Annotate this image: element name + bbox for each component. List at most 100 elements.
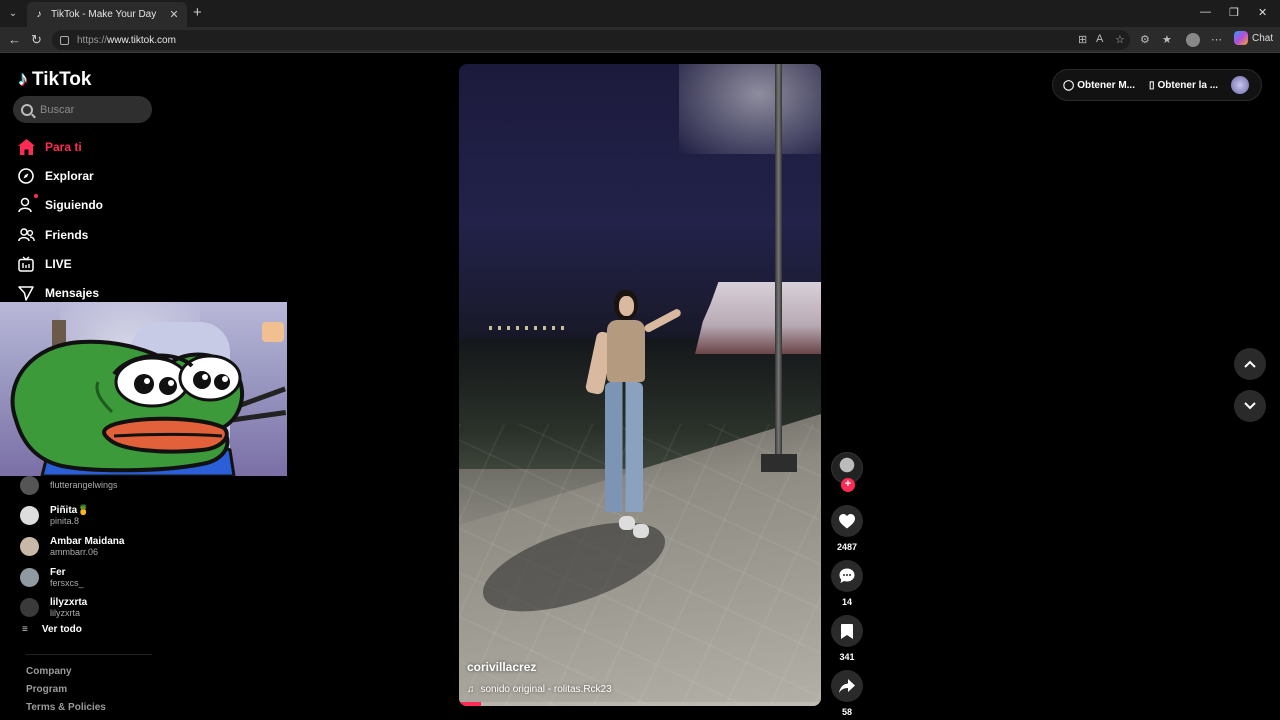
account-name: lilyzxrta	[50, 597, 88, 609]
lamp-pole-base	[761, 454, 797, 472]
account-item[interactable]: flutterangelwings	[20, 470, 124, 501]
footer-link-terms[interactable]: Terms & Policies	[26, 702, 106, 720]
browser-tab-bar: ⌄ ♪ TikTok - Make Your Day ✕ + — ❐ ✕	[0, 0, 1280, 27]
user-avatar[interactable]	[1231, 76, 1249, 94]
restore-button[interactable]: ❐	[1229, 6, 1239, 19]
video-sound[interactable]: ♫ sonido original - rolitas.Rck23	[467, 684, 612, 695]
home-icon	[17, 138, 35, 156]
pepe-frog-avatar	[10, 339, 244, 476]
person-legs	[605, 382, 643, 512]
search-icon	[21, 103, 33, 116]
footer-links: Company Program Terms & Policies	[26, 666, 106, 720]
compass-icon	[17, 167, 35, 185]
bookmark-icon	[841, 623, 853, 639]
sidebar-item-friends[interactable]: Friends	[17, 220, 103, 249]
comment-action: 14	[830, 560, 864, 607]
previous-video-button[interactable]	[1234, 348, 1266, 380]
divider	[26, 654, 152, 655]
account-handle: ammbarr.06	[50, 546, 99, 557]
sidebar-item-live[interactable]: LIVE	[17, 249, 103, 278]
share-arrow-icon	[839, 679, 855, 693]
url-text: https://www.tiktok.com	[77, 34, 176, 46]
comment-count: 14	[841, 597, 852, 607]
sidebar-item-para-ti[interactable]: Para ti	[17, 132, 103, 161]
avatar	[20, 567, 39, 587]
tab-close-icon[interactable]: ✕	[167, 8, 181, 21]
more-menu-icon[interactable]: ⋯	[1211, 33, 1222, 46]
account-item[interactable]: Piñita🍍 pinita.8	[20, 501, 124, 532]
shore-lights	[489, 326, 569, 330]
footer-link-company[interactable]: Company	[26, 666, 106, 684]
chevron-up-icon	[1244, 360, 1256, 368]
light-glow	[679, 64, 821, 154]
video-author[interactable]: corivillacrez	[467, 660, 536, 674]
save-action: 341	[830, 615, 864, 662]
sidebar-item-explorar[interactable]: Explorar	[17, 161, 103, 190]
reload-icon[interactable]: ↻	[31, 32, 42, 47]
url-field[interactable]: https://www.tiktok.com	[52, 30, 1130, 50]
search-input[interactable]	[40, 103, 140, 116]
back-arrow-icon[interactable]: ←	[8, 32, 21, 47]
apps-icon[interactable]: ⊞	[1078, 33, 1087, 46]
share-button[interactable]	[831, 670, 863, 702]
sidebar-item-siguiendo[interactable]: Siguiendo	[17, 191, 103, 220]
like-button[interactable]	[831, 505, 863, 537]
tab-actions-chevron-icon[interactable]: ⌄	[4, 4, 22, 22]
copilot-chat-button[interactable]: Chat	[1234, 31, 1273, 45]
account-item[interactable]: lilyzxrta lilyzxrta	[20, 592, 124, 623]
comment-icon	[839, 568, 855, 583]
person-torso	[607, 320, 645, 382]
extensions-icon[interactable]: ⚙	[1140, 33, 1150, 46]
video-progress-bar[interactable]	[459, 702, 821, 706]
friends-icon	[17, 226, 35, 244]
follow-plus-icon[interactable]: +	[841, 478, 855, 492]
favorites-icon[interactable]: ★	[1162, 33, 1172, 46]
notification-dot	[34, 194, 38, 199]
video-player[interactable]: corivillacrez ♫ sonido original - rolita…	[459, 64, 821, 706]
minimize-button[interactable]: —	[1200, 6, 1211, 18]
close-window-button[interactable]: ✕	[1258, 6, 1267, 19]
account-handle: flutterangelwings	[50, 480, 118, 491]
get-coins-button[interactable]: ◯ Obtener M...	[1063, 80, 1135, 91]
search-box[interactable]	[13, 96, 152, 123]
next-video-button[interactable]	[1234, 390, 1266, 422]
save-count: 341	[839, 652, 855, 662]
new-tab-button[interactable]: +	[193, 5, 202, 21]
profile-avatar[interactable]	[1186, 33, 1200, 47]
account-item[interactable]: Ambar Maidana ammbarr.06	[20, 531, 124, 562]
send-icon	[17, 284, 35, 302]
person-shoe	[633, 524, 649, 538]
share-action: 58	[830, 670, 864, 717]
avatar	[20, 536, 39, 556]
browser-tab[interactable]: ♪ TikTok - Make Your Day ✕	[27, 2, 187, 27]
avatar	[20, 598, 39, 618]
copilot-icon	[1234, 31, 1248, 45]
tiktok-logo[interactable]: ♪ TikTok	[18, 68, 91, 91]
tiktok-favicon-icon: ♪	[36, 9, 42, 20]
like-count: 2487	[836, 542, 858, 552]
get-app-button[interactable]: ▯ Obtener la ...	[1149, 80, 1218, 91]
account-name: Fer	[50, 566, 66, 578]
account-text: Piñita🍍 pinita.8	[50, 505, 90, 526]
account-text: Fer fersxcs_	[50, 567, 84, 588]
account-handle: fersxcs_	[50, 577, 84, 588]
comment-button[interactable]	[831, 560, 863, 592]
top-right-actions: ◯ Obtener M... ▯ Obtener la ...	[1052, 69, 1262, 101]
sidebar-nav: Para ti Explorar Siguiendo Friends LIVE …	[17, 132, 103, 308]
avatar	[20, 506, 39, 526]
author-avatar[interactable]: +	[831, 452, 863, 492]
address-bar: ← ↻ https://www.tiktok.com ⊞ A ☆ ⚙ ★ ⋯ C…	[0, 27, 1280, 53]
save-button[interactable]	[831, 615, 863, 647]
chevron-down-icon	[1244, 402, 1256, 410]
tiktok-page: ♪ TikTok Para ti Explorar Siguiendo	[0, 54, 1280, 720]
favorite-star-icon[interactable]: ☆	[1115, 33, 1125, 46]
account-text: flutterangelwings	[50, 480, 118, 490]
account-handle: pinita.8	[50, 516, 80, 527]
like-action: 2487	[830, 505, 864, 552]
translate-icon[interactable]: A	[1096, 33, 1103, 45]
footer-link-program[interactable]: Program	[26, 684, 106, 702]
see-all-button[interactable]: ≡ Ver todo	[22, 624, 82, 635]
following-icon	[17, 194, 38, 214]
account-item[interactable]: Fer fersxcs_	[20, 562, 124, 593]
share-count: 58	[841, 707, 852, 717]
